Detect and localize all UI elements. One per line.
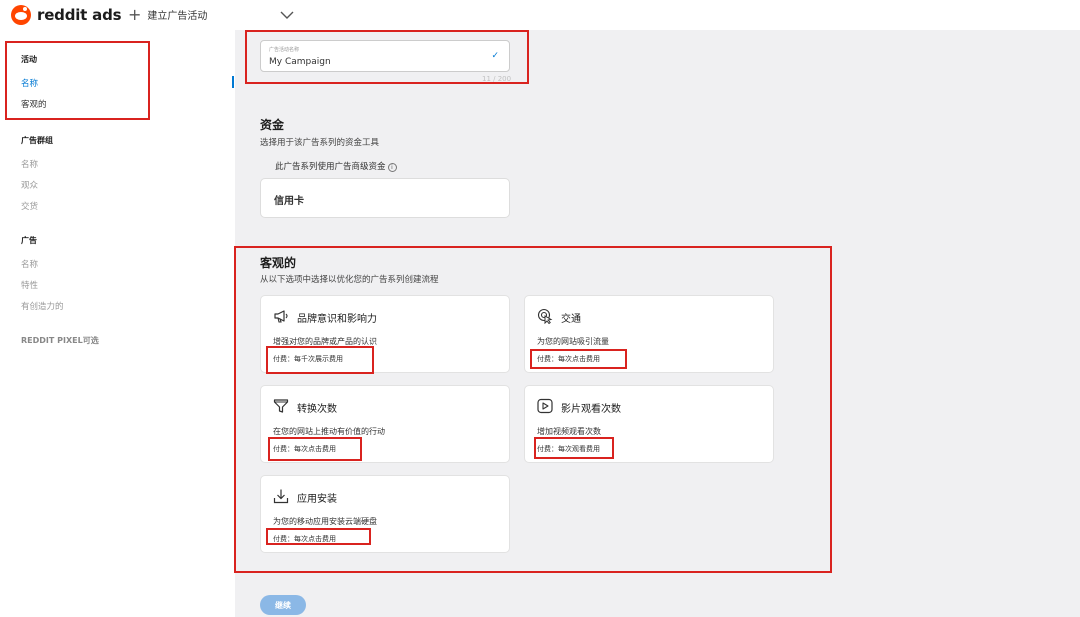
- new-campaign-label: 建立广告活动: [147, 11, 208, 22]
- sidebar-heading-adgroup: 广告群组: [21, 136, 53, 145]
- reddit-ads-logo[interactable]: reddit ads: [11, 5, 122, 25]
- annotation-box-pay-1: [266, 346, 374, 374]
- funding-note-text: 此广告系列使用广告商级资金: [275, 162, 386, 172]
- sidebar-section-pixel: REDDIT PIXEL可选: [21, 335, 99, 346]
- info-icon[interactable]: i: [387, 163, 397, 172]
- new-campaign-button[interactable]: + 建立广告活动: [128, 4, 208, 24]
- top-bar: reddit ads + 建立广告活动: [0, 0, 1080, 30]
- sidebar-heading-ad: 广告: [21, 236, 37, 245]
- annotation-box-pay-5: [266, 528, 371, 545]
- funding-note: 此广告系列使用广告商级资金 i: [275, 160, 397, 172]
- sidebar-item-delivery[interactable]: 交货: [21, 200, 53, 212]
- plus-icon: +: [128, 4, 142, 24]
- annotation-box-campaign-name: [245, 30, 529, 84]
- sidebar-item-creative[interactable]: 有创造力的: [21, 300, 64, 312]
- funding-title: 资金: [260, 118, 285, 132]
- annotation-box-pay-4: [534, 437, 614, 459]
- sidebar-section-ad: 广告 名称 特性 有创造力的: [21, 235, 64, 312]
- annotation-box-pay-2: [530, 349, 627, 369]
- annotation-box-sidebar: [5, 41, 150, 120]
- sidebar-item-audience[interactable]: 观众: [21, 179, 53, 191]
- sidebar-item-reddit-pixel[interactable]: REDDIT PIXEL可选: [21, 335, 99, 346]
- annotation-box-objective: [234, 246, 832, 573]
- funding-option-credit-card[interactable]: 信用卡: [260, 178, 510, 218]
- logo-text: reddit ads: [37, 6, 122, 24]
- reddit-alien-icon: [11, 5, 31, 25]
- chevron-down-icon[interactable]: [280, 8, 294, 22]
- funding-option-label: 信用卡: [274, 196, 304, 207]
- active-step-indicator: [232, 76, 234, 88]
- funding-subtitle: 选择用于该广告系列的资金工具: [260, 138, 380, 148]
- sidebar-item-ad-name[interactable]: 名称: [21, 258, 64, 270]
- sidebar-item-features[interactable]: 特性: [21, 279, 64, 291]
- continue-button[interactable]: 继续: [260, 595, 306, 615]
- annotation-box-pay-3: [268, 437, 362, 461]
- sidebar-section-adgroup: 广告群组 名称 观众 交货: [21, 135, 53, 212]
- sidebar-item-adgroup-name[interactable]: 名称: [21, 158, 53, 170]
